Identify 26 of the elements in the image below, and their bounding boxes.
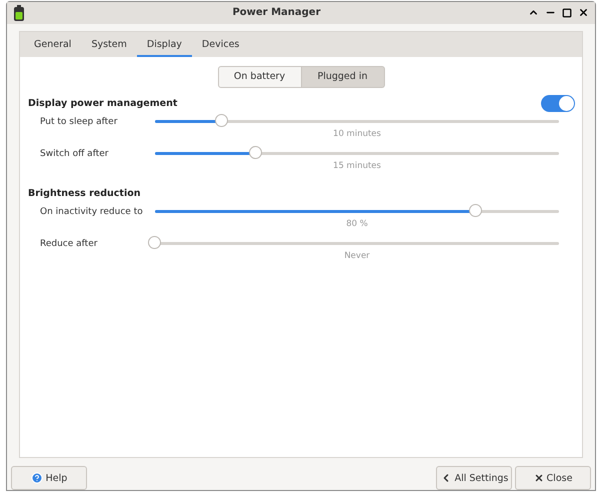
close-button[interactable]: Close (515, 466, 591, 490)
help-button[interactable]: Help (11, 466, 87, 490)
slider-value: 10 minutes (333, 128, 381, 139)
slider-label: Reduce after (39, 238, 98, 249)
slider-value: 15 minutes (333, 160, 381, 171)
tab[interactable]: System (81, 34, 137, 57)
maximize-icon[interactable] (562, 8, 572, 18)
slider-label: Put to sleep after (39, 116, 118, 127)
all-settings-button[interactable]: All Settings (436, 466, 512, 490)
toggle-switch[interactable] (541, 95, 575, 112)
close-icon (534, 473, 544, 483)
slider-value: 80 % (346, 218, 368, 229)
mode-button[interactable]: On battery (218, 66, 302, 88)
section-heading: Brightness reduction (28, 188, 141, 200)
section-heading: Display power management (28, 98, 178, 110)
help-icon (30, 472, 43, 484)
battery-icon (13, 4, 25, 21)
mode-button[interactable]: Plugged in (302, 66, 384, 88)
slider-value: Never (344, 250, 370, 261)
slider-label: Switch off after (39, 148, 110, 159)
slider-label: On inactivity reduce to (39, 206, 144, 217)
tab[interactable]: General (24, 34, 82, 57)
close-icon[interactable] (578, 7, 589, 18)
tab[interactable]: Display (136, 34, 192, 57)
window-title: Power Manager (231, 7, 322, 18)
tab[interactable]: Devices (192, 34, 250, 57)
